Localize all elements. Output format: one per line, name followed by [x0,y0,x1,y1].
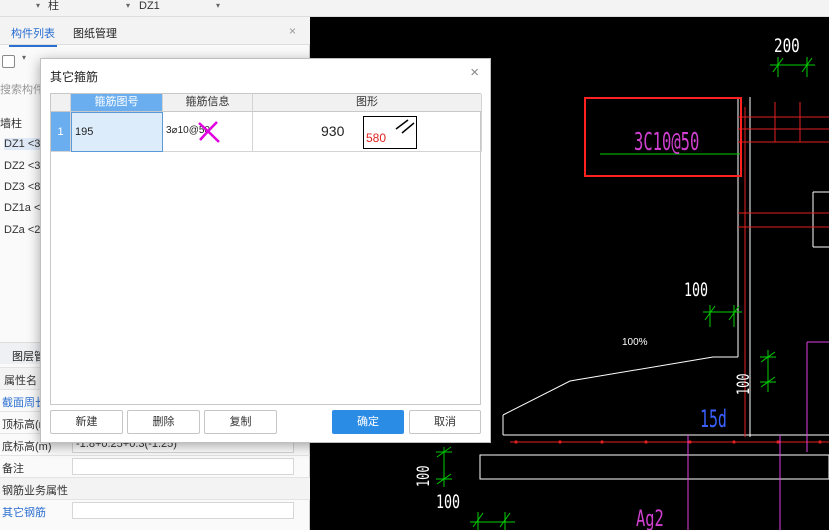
column-header-figure-no[interactable]: 箍筋图号 [71,94,163,112]
rebar-label-3c10: 3C10@50 [634,127,700,156]
cancel-button[interactable]: 取消 [409,410,481,434]
figure-no-cell[interactable]: 195 [71,112,163,152]
tab-drawing-management[interactable]: 图纸管理 [73,25,117,41]
rebar-label-ag: Ag2 [636,507,664,530]
shape-cell[interactable]: 930 580 [253,112,482,152]
component-name-select[interactable]: DZ1 [139,0,160,14]
row-number-header [51,94,71,112]
other-rebar-label[interactable]: 其它钢筋 [2,504,46,520]
dim-label-100-side: 100 [734,373,754,395]
strike-mark-icon [198,121,220,143]
hook-icon [395,119,415,134]
chevron-down-icon[interactable]: ▾ [216,0,220,12]
ok-button[interactable]: 确定 [332,410,404,434]
close-icon[interactable]: × [470,65,479,80]
dim-label-100-bottom: 100 [436,491,461,513]
tree-item[interactable]: DZ2 <3 [4,160,40,172]
top-toolbar: ▾ 柱 ▾ DZ1 ▾ [0,0,310,17]
new-component-icon[interactable] [2,55,15,68]
rebar-section-row[interactable]: 钢筋业务属性 [0,477,310,499]
figure-no-value: 195 [75,126,94,138]
rebar-label-15d: 15d [700,405,727,433]
stirrup-table: 箍筋图号 箍筋信息 图形 1 195 3⌀10@50 930 580 [50,93,482,405]
chevron-down-icon[interactable]: ▾ [36,0,40,12]
zoom-percent: 100% [622,337,648,348]
tree-group-label[interactable]: 墙柱 [0,115,22,131]
dim-label-100-mid: 100 [684,279,709,301]
tree-item[interactable]: DZ1a < [4,202,40,214]
dim-label-200: 200 [774,35,800,57]
other-stirrup-dialog: 其它箍筋 × 箍筋图号 箍筋信息 图形 1 195 3⌀10@50 930 58… [40,58,491,443]
component-type-select[interactable]: 柱 [48,0,59,14]
new-button[interactable]: 新建 [50,410,123,434]
column-header-stirrup-info[interactable]: 箍筋信息 [163,94,253,112]
tree-item[interactable]: DZ1 <3 [4,138,41,150]
tab-component-list[interactable]: 构件列表 [9,25,57,47]
copy-button[interactable]: 复制 [204,410,277,434]
panel-tabs: 构件列表 图纸管理 × [0,17,310,47]
close-icon[interactable]: × [289,24,296,38]
stirrup-info-cell[interactable]: 3⌀10@50 [163,112,253,152]
property-name-header: 属性名 [4,375,37,387]
chevron-down-icon[interactable]: ▾ [126,0,130,12]
search-input[interactable]: 搜索构件 [0,81,44,97]
cad-top-strip [310,0,829,17]
column-header-shape[interactable]: 图形 [253,94,482,112]
other-rebar-field[interactable] [72,502,294,519]
stirrup-shape[interactable]: 580 [363,116,417,149]
tree-item[interactable]: DZ3 <8 [4,181,40,193]
stirrup-length: 930 [321,123,345,139]
delete-button[interactable]: 删除 [127,410,200,434]
property-label: 备注 [2,463,24,475]
remark-field[interactable] [72,458,294,475]
tree-item[interactable]: DZa <2 [4,224,40,236]
row-number[interactable]: 1 [51,112,71,152]
rebar-section-label: 钢筋业务属性 [2,485,68,497]
property-row: 其它钢筋 [0,499,310,521]
property-row: 备注 [0,455,310,477]
dim-label-100-left: 100 [414,465,434,487]
chevron-down-icon[interactable]: ▾ [22,53,26,62]
dialog-title: 其它箍筋 [50,70,99,84]
